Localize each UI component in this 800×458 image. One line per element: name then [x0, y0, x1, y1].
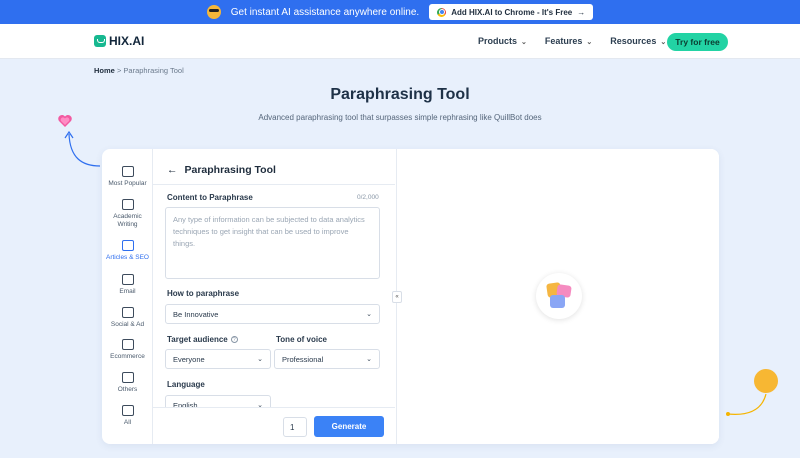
sidebar-item-articles-seo[interactable]: Articles & SEO: [102, 240, 153, 262]
divider: [153, 184, 395, 185]
chevron-down-icon: ⌄: [366, 356, 372, 363]
add-to-chrome-button[interactable]: Add HIX.AI to Chrome - It's Free →: [429, 4, 594, 20]
quantity-input[interactable]: 1: [283, 417, 307, 437]
curved-arrow-left-icon: [64, 130, 101, 167]
target-audience-select[interactable]: Everyone ⌄: [165, 349, 271, 369]
category-sidebar: Most Popular Academic Writing Articles &…: [102, 149, 153, 444]
form-header: ← Paraphrasing Tool: [167, 164, 276, 176]
chevron-down-icon: ⌄: [586, 39, 593, 46]
content-label: Content to Paraphrase: [167, 193, 253, 202]
top-nav: HIX.AI Products ⌄ Features ⌄ Resources ⌄ Tr…: [0, 24, 800, 59]
nav-resources[interactable]: Resources ⌄: [610, 36, 666, 46]
how-to-paraphrase-select[interactable]: Be Innovative ⌄: [165, 304, 380, 324]
sidebar-item-others[interactable]: Others: [102, 372, 153, 394]
academic-icon: [121, 199, 134, 210]
mail-icon: [121, 274, 134, 285]
breadcrumb-separator: >: [116, 66, 122, 75]
sidebar-item-most-popular[interactable]: Most Popular: [102, 166, 153, 188]
article-icon: [121, 240, 134, 251]
collapse-icon[interactable]: «: [392, 291, 402, 303]
tone-of-voice-select[interactable]: Professional ⌄: [274, 349, 380, 369]
content-textarea[interactable]: Any type of information can be subjected…: [165, 207, 380, 279]
logo-icon: [94, 35, 106, 47]
chevron-down-icon: ⌄: [366, 311, 372, 318]
page-subtitle: Advanced paraphrasing tool that surpasse…: [258, 113, 542, 122]
logo-text: HIX.AI: [109, 34, 145, 48]
breadcrumb-current: Paraphrasing Tool: [123, 66, 184, 75]
chevron-down-icon: ⌄: [521, 39, 527, 46]
breadcrumb: Home > Paraphrasing Tool: [94, 66, 184, 75]
nav-features[interactable]: Features ⌄: [545, 36, 592, 46]
tool-card: Most Popular Academic Writing Articles &…: [102, 149, 719, 444]
back-arrow-icon[interactable]: ←: [167, 164, 178, 176]
generate-bar: 1 Generate: [153, 407, 395, 444]
nav-products[interactable]: Products ⌄: [478, 36, 527, 46]
sidebar-item-academic-writing[interactable]: Academic Writing: [102, 199, 153, 229]
curved-arrow-right-icon: [726, 393, 767, 416]
empty-state-illustration: [536, 273, 582, 319]
heart-icon: [121, 307, 134, 318]
output-panel: «: [392, 149, 719, 444]
language-label: Language: [167, 380, 205, 389]
grid-icon: [121, 405, 134, 416]
sidebar-item-social-ad[interactable]: Social & Ad: [102, 307, 153, 329]
tone-of-voice-label: Tone of voice: [276, 335, 327, 344]
paraphrase-form: ← Paraphrasing Tool Content to Paraphras…: [153, 149, 447, 444]
nav-links: Products ⌄ Features ⌄ Resources ⌄: [478, 36, 666, 46]
chevron-down-icon: ⌄: [257, 356, 263, 363]
logo[interactable]: HIX.AI: [94, 34, 144, 48]
sidebar-item-all[interactable]: All: [102, 405, 153, 427]
more-icon: [121, 372, 134, 383]
form-title: Paraphrasing Tool: [184, 164, 276, 176]
page-title: Paraphrasing Tool: [330, 86, 470, 103]
try-for-free-button[interactable]: Try for free: [667, 33, 728, 51]
char-count: 0/2,000: [357, 194, 379, 201]
add-to-chrome-label: Add HIX.AI to Chrome - It's Free: [451, 7, 573, 17]
breadcrumb-home[interactable]: Home: [94, 66, 115, 75]
heart-decoration-icon: [58, 115, 72, 127]
crown-icon: [121, 166, 134, 177]
arrow-right-icon: →: [577, 7, 586, 17]
target-audience-label: Target audience?: [167, 335, 238, 344]
generate-button[interactable]: Generate: [314, 416, 384, 437]
info-icon: ?: [230, 336, 238, 344]
chevron-down-icon: ⌄: [660, 39, 667, 46]
chrome-icon: [437, 7, 447, 17]
sidebar-item-ecommerce[interactable]: Ecommerce: [102, 339, 153, 361]
how-to-paraphrase-label: How to paraphrase: [167, 289, 240, 298]
sidebar-item-email[interactable]: Email: [102, 274, 153, 296]
sunglasses-emoji-icon: [206, 5, 221, 19]
promo-text: Get instant AI assistance anywhere onlin…: [230, 6, 420, 18]
promo-banner: Get instant AI assistance anywhere onlin…: [0, 0, 800, 24]
cart-icon: [121, 339, 134, 350]
